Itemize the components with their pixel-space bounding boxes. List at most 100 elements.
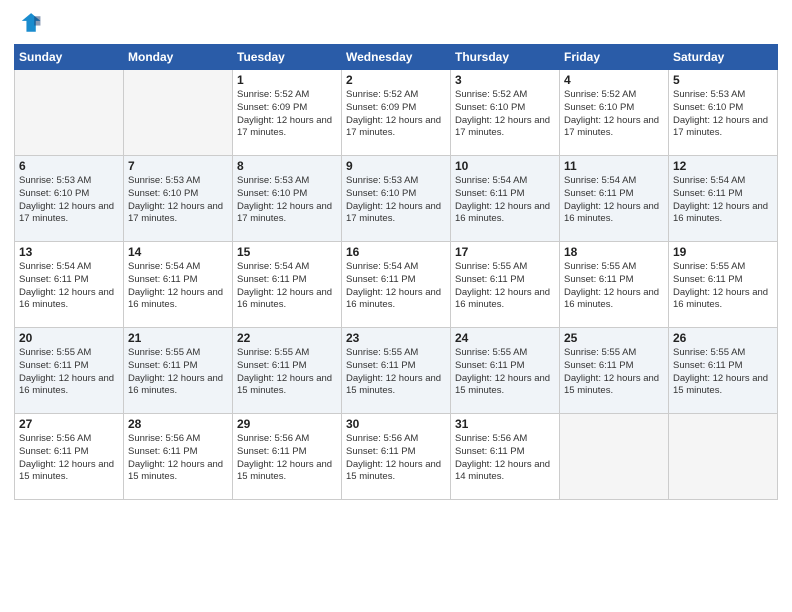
day-info: Sunrise: 5:56 AMSunset: 6:11 PMDaylight:…	[346, 433, 446, 484]
day-number: 11	[564, 159, 664, 173]
day-number: 25	[564, 331, 664, 345]
day-number: 10	[455, 159, 555, 173]
day-number: 5	[673, 73, 773, 87]
day-info: Sunrise: 5:55 AMSunset: 6:11 PMDaylight:…	[564, 347, 664, 398]
calendar-cell: 9 Sunrise: 5:53 AMSunset: 6:10 PMDaylight…	[342, 156, 451, 242]
day-info: Sunrise: 5:53 AMSunset: 6:10 PMDaylight:…	[346, 175, 446, 226]
day-info: Sunrise: 5:54 AMSunset: 6:11 PMDaylight:…	[19, 261, 119, 312]
calendar-week-5: 27 Sunrise: 5:56 AMSunset: 6:11 PMDayligh…	[15, 414, 778, 500]
day-info: Sunrise: 5:55 AMSunset: 6:11 PMDaylight:…	[19, 347, 119, 398]
day-number: 1	[237, 73, 337, 87]
calendar-cell: 2 Sunrise: 5:52 AMSunset: 6:09 PMDaylight…	[342, 70, 451, 156]
calendar-cell: 19 Sunrise: 5:55 AMSunset: 6:11 PMDayligh…	[669, 242, 778, 328]
day-number: 6	[19, 159, 119, 173]
calendar-cell: 24Sunrise: 5:55 AMSunset: 6:11 PMDayligh…	[451, 328, 560, 414]
col-header-thursday: Thursday	[451, 45, 560, 70]
day-info: Sunrise: 5:55 AMSunset: 6:11 PMDaylight:…	[237, 347, 337, 398]
calendar-cell: 16Sunrise: 5:54 AMSunset: 6:11 PMDayligh…	[342, 242, 451, 328]
calendar-cell: 30 Sunrise: 5:56 AMSunset: 6:11 PMDayligh…	[342, 414, 451, 500]
calendar-cell: 5 Sunrise: 5:53 AMSunset: 6:10 PMDaylight…	[669, 70, 778, 156]
calendar-cell: 1 Sunrise: 5:52 AMSunset: 6:09 PMDaylight…	[233, 70, 342, 156]
col-header-saturday: Saturday	[669, 45, 778, 70]
col-header-sunday: Sunday	[15, 45, 124, 70]
calendar-cell: 23Sunrise: 5:55 AMSunset: 6:11 PMDayligh…	[342, 328, 451, 414]
calendar-cell	[124, 70, 233, 156]
calendar-week-3: 13Sunrise: 5:54 AMSunset: 6:11 PMDayligh…	[15, 242, 778, 328]
calendar: SundayMondayTuesdayWednesdayThursdayFrid…	[14, 44, 778, 500]
calendar-cell: 17 Sunrise: 5:55 AMSunset: 6:11 PMDayligh…	[451, 242, 560, 328]
day-info: Sunrise: 5:55 AMSunset: 6:11 PMDaylight:…	[455, 347, 555, 398]
day-info: Sunrise: 5:53 AMSunset: 6:10 PMDaylight:…	[673, 89, 773, 140]
calendar-cell: 18 Sunrise: 5:55 AMSunset: 6:11 PMDayligh…	[560, 242, 669, 328]
logo-icon	[14, 10, 42, 38]
calendar-cell: 26 Sunrise: 5:55 AMSunset: 6:11 PMDayligh…	[669, 328, 778, 414]
day-info: Sunrise: 5:52 AMSunset: 6:09 PMDaylight:…	[237, 89, 337, 140]
calendar-cell: 25 Sunrise: 5:55 AMSunset: 6:11 PMDayligh…	[560, 328, 669, 414]
day-number: 26	[673, 331, 773, 345]
day-number: 17	[455, 245, 555, 259]
col-header-monday: Monday	[124, 45, 233, 70]
calendar-cell	[15, 70, 124, 156]
day-info: Sunrise: 5:55 AMSunset: 6:11 PMDaylight:…	[673, 261, 773, 312]
day-info: Sunrise: 5:56 AMSunset: 6:11 PMDaylight:…	[128, 433, 228, 484]
calendar-week-2: 6 Sunrise: 5:53 AMSunset: 6:10 PMDaylight…	[15, 156, 778, 242]
calendar-cell: 15 Sunrise: 5:54 AMSunset: 6:11 PMDayligh…	[233, 242, 342, 328]
calendar-cell	[669, 414, 778, 500]
calendar-cell: 29Sunrise: 5:56 AMSunset: 6:11 PMDayligh…	[233, 414, 342, 500]
day-info: Sunrise: 5:53 AMSunset: 6:10 PMDaylight:…	[237, 175, 337, 226]
page: SundayMondayTuesdayWednesdayThursdayFrid…	[0, 0, 792, 612]
day-info: Sunrise: 5:55 AMSunset: 6:11 PMDaylight:…	[346, 347, 446, 398]
day-info: Sunrise: 5:54 AMSunset: 6:11 PMDaylight:…	[673, 175, 773, 226]
day-info: Sunrise: 5:53 AMSunset: 6:10 PMDaylight:…	[19, 175, 119, 226]
day-number: 12	[673, 159, 773, 173]
header	[14, 10, 778, 38]
day-info: Sunrise: 5:55 AMSunset: 6:11 PMDaylight:…	[455, 261, 555, 312]
calendar-cell: 31 Sunrise: 5:56 AMSunset: 6:11 PMDayligh…	[451, 414, 560, 500]
day-info: Sunrise: 5:55 AMSunset: 6:11 PMDaylight:…	[564, 261, 664, 312]
day-number: 9	[346, 159, 446, 173]
day-number: 4	[564, 73, 664, 87]
day-info: Sunrise: 5:56 AMSunset: 6:11 PMDaylight:…	[455, 433, 555, 484]
day-number: 30	[346, 417, 446, 431]
calendar-week-4: 20 Sunrise: 5:55 AMSunset: 6:11 PMDayligh…	[15, 328, 778, 414]
day-info: Sunrise: 5:52 AMSunset: 6:10 PMDaylight:…	[455, 89, 555, 140]
calendar-cell	[560, 414, 669, 500]
calendar-cell: 6 Sunrise: 5:53 AMSunset: 6:10 PMDaylight…	[15, 156, 124, 242]
day-number: 18	[564, 245, 664, 259]
day-number: 16	[346, 245, 446, 259]
calendar-cell: 13Sunrise: 5:54 AMSunset: 6:11 PMDayligh…	[15, 242, 124, 328]
day-info: Sunrise: 5:55 AMSunset: 6:11 PMDaylight:…	[128, 347, 228, 398]
day-number: 21	[128, 331, 228, 345]
day-info: Sunrise: 5:54 AMSunset: 6:11 PMDaylight:…	[455, 175, 555, 226]
day-info: Sunrise: 5:54 AMSunset: 6:11 PMDaylight:…	[564, 175, 664, 226]
day-number: 27	[19, 417, 119, 431]
calendar-cell: 27 Sunrise: 5:56 AMSunset: 6:11 PMDayligh…	[15, 414, 124, 500]
day-info: Sunrise: 5:55 AMSunset: 6:11 PMDaylight:…	[673, 347, 773, 398]
day-info: Sunrise: 5:53 AMSunset: 6:10 PMDaylight:…	[128, 175, 228, 226]
logo	[14, 10, 46, 38]
calendar-cell: 8Sunrise: 5:53 AMSunset: 6:10 PMDaylight…	[233, 156, 342, 242]
day-number: 2	[346, 73, 446, 87]
day-info: Sunrise: 5:54 AMSunset: 6:11 PMDaylight:…	[237, 261, 337, 312]
calendar-cell: 11 Sunrise: 5:54 AMSunset: 6:11 PMDayligh…	[560, 156, 669, 242]
day-number: 14	[128, 245, 228, 259]
calendar-cell: 7 Sunrise: 5:53 AMSunset: 6:10 PMDaylight…	[124, 156, 233, 242]
day-number: 20	[19, 331, 119, 345]
day-number: 3	[455, 73, 555, 87]
day-number: 22	[237, 331, 337, 345]
day-number: 19	[673, 245, 773, 259]
day-number: 28	[128, 417, 228, 431]
col-header-friday: Friday	[560, 45, 669, 70]
calendar-header-row: SundayMondayTuesdayWednesdayThursdayFrid…	[15, 45, 778, 70]
calendar-cell: 14Sunrise: 5:54 AMSunset: 6:11 PMDayligh…	[124, 242, 233, 328]
day-info: Sunrise: 5:52 AMSunset: 6:09 PMDaylight:…	[346, 89, 446, 140]
calendar-cell: 4Sunrise: 5:52 AMSunset: 6:10 PMDaylight…	[560, 70, 669, 156]
day-number: 31	[455, 417, 555, 431]
day-number: 15	[237, 245, 337, 259]
col-header-tuesday: Tuesday	[233, 45, 342, 70]
day-info: Sunrise: 5:56 AMSunset: 6:11 PMDaylight:…	[19, 433, 119, 484]
day-number: 7	[128, 159, 228, 173]
calendar-cell: 22 Sunrise: 5:55 AMSunset: 6:11 PMDayligh…	[233, 328, 342, 414]
col-header-wednesday: Wednesday	[342, 45, 451, 70]
calendar-cell: 10 Sunrise: 5:54 AMSunset: 6:11 PMDayligh…	[451, 156, 560, 242]
